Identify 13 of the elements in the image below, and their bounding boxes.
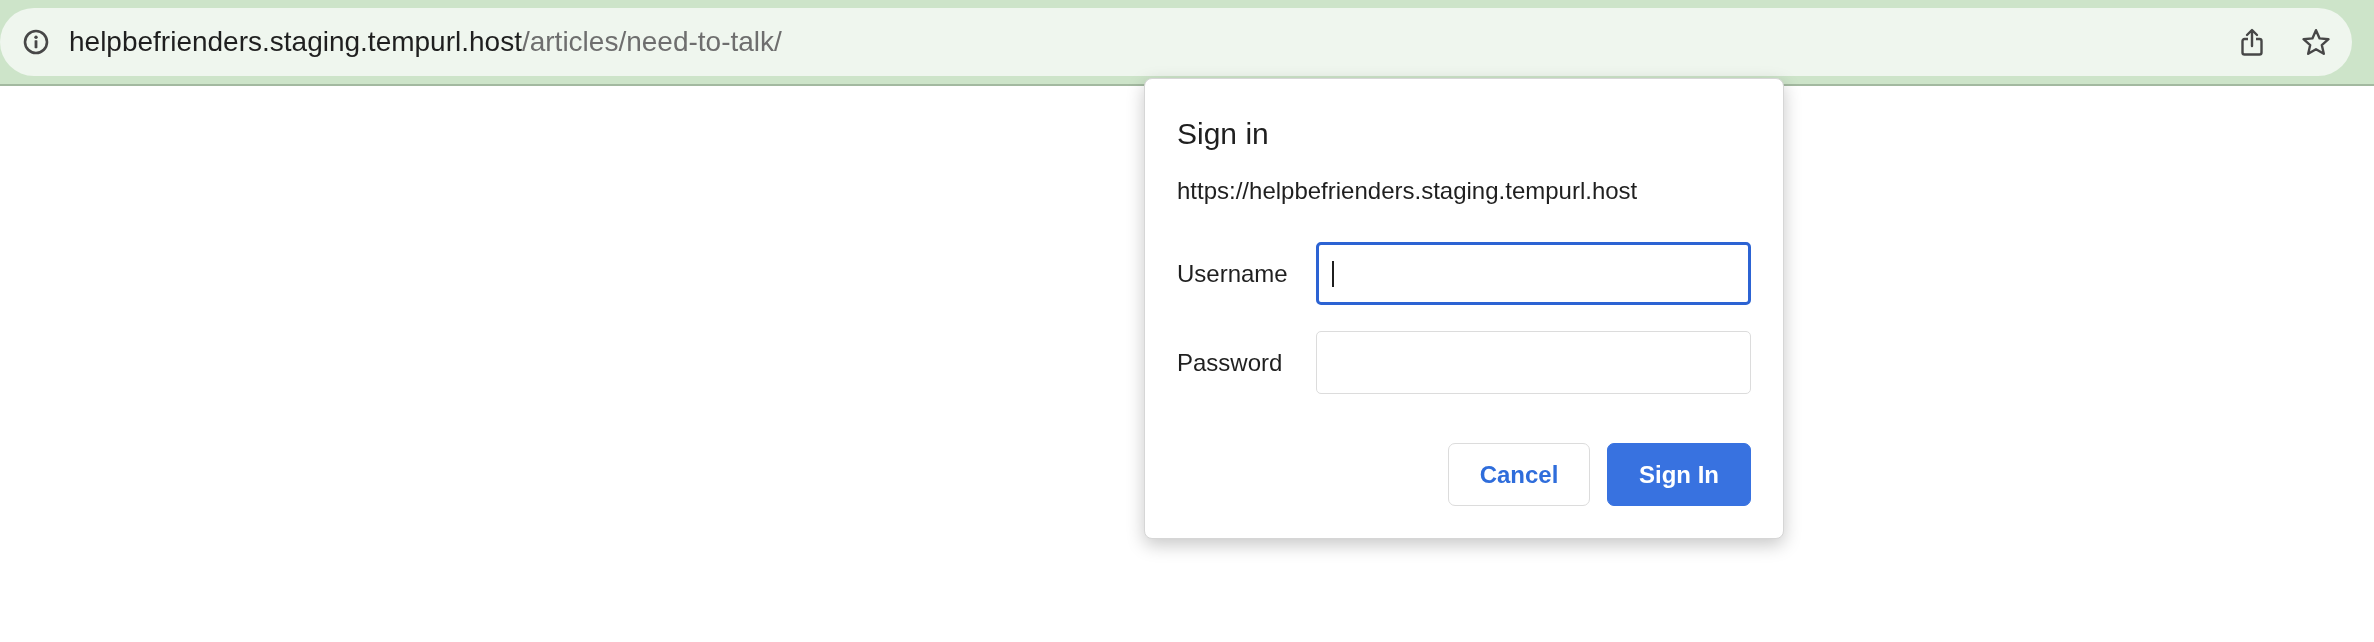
star-icon[interactable] xyxy=(2301,28,2331,56)
text-cursor-icon xyxy=(1332,260,1334,287)
field-label: Username xyxy=(1177,258,1289,289)
input-field[interactable] xyxy=(1316,242,1751,305)
submit-button[interactable]: Sign In xyxy=(1607,443,1751,506)
site-url-text: https://helpbefrienders.staging.tempurl.host xyxy=(1177,176,1639,206)
info-icon[interactable] xyxy=(23,29,49,55)
share-icon[interactable] xyxy=(2241,28,2263,56)
dialog-title: Sign in xyxy=(1177,116,1270,152)
field-label: Password xyxy=(1177,347,1284,378)
address-bar[interactable]: helpbefrienders.staging.tempurl.host/articles/need-to-talk/ xyxy=(0,8,2352,76)
url-text[interactable]: helpbefrienders.staging.tempurl.host/articles/need-to-talk/ xyxy=(69,25,782,59)
cancel-button[interactable]: Cancel xyxy=(1448,443,1590,506)
